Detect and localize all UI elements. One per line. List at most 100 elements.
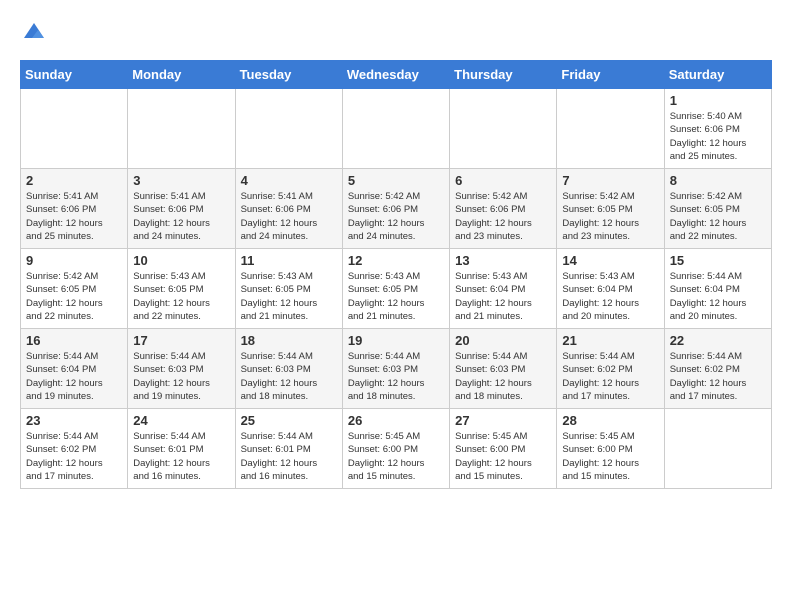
calendar-week-row: 23 Sunrise: 5:44 AM Sunset: 6:02 PM Dayli… bbox=[21, 409, 772, 489]
day-info: Sunrise: 5:44 AM Sunset: 6:04 PM Dayligh… bbox=[26, 350, 122, 403]
day-number: 26 bbox=[348, 413, 444, 428]
calendar-cell: 20 Sunrise: 5:44 AM Sunset: 6:03 PM Dayli… bbox=[450, 329, 557, 409]
calendar-cell: 11 Sunrise: 5:43 AM Sunset: 6:05 PM Dayli… bbox=[235, 249, 342, 329]
calendar-cell: 13 Sunrise: 5:43 AM Sunset: 6:04 PM Dayli… bbox=[450, 249, 557, 329]
calendar-cell: 15 Sunrise: 5:44 AM Sunset: 6:04 PM Dayli… bbox=[664, 249, 771, 329]
day-number: 10 bbox=[133, 253, 229, 268]
calendar-cell bbox=[450, 89, 557, 169]
calendar-cell bbox=[557, 89, 664, 169]
calendar-cell: 21 Sunrise: 5:44 AM Sunset: 6:02 PM Dayli… bbox=[557, 329, 664, 409]
calendar-cell: 6Sunrise: 5:42 AM Sunset: 6:06 PM Daylig… bbox=[450, 169, 557, 249]
day-number: 12 bbox=[348, 253, 444, 268]
day-number: 25 bbox=[241, 413, 337, 428]
calendar-cell: 14 Sunrise: 5:43 AM Sunset: 6:04 PM Dayli… bbox=[557, 249, 664, 329]
calendar-week-row: 2 Sunrise: 5:41 AM Sunset: 6:06 PM Daylig… bbox=[21, 169, 772, 249]
calendar-week-row: 9 Sunrise: 5:42 AM Sunset: 6:05 PM Daylig… bbox=[21, 249, 772, 329]
day-info: Sunrise: 5:41 AM Sunset: 6:06 PM Dayligh… bbox=[26, 190, 122, 243]
calendar-cell: 16 Sunrise: 5:44 AM Sunset: 6:04 PM Dayli… bbox=[21, 329, 128, 409]
day-info: Sunrise: 5:42 AM Sunset: 6:05 PM Dayligh… bbox=[26, 270, 122, 323]
calendar-cell: 4 Sunrise: 5:41 AM Sunset: 6:06 PM Daylig… bbox=[235, 169, 342, 249]
day-number: 17 bbox=[133, 333, 229, 348]
calendar-cell: 5 Sunrise: 5:42 AM Sunset: 6:06 PM Daylig… bbox=[342, 169, 449, 249]
day-info: Sunrise: 5:44 AM Sunset: 6:03 PM Dayligh… bbox=[133, 350, 229, 403]
calendar-table: SundayMondayTuesdayWednesdayThursdayFrid… bbox=[20, 60, 772, 489]
day-info: Sunrise: 5:44 AM Sunset: 6:02 PM Dayligh… bbox=[26, 430, 122, 483]
calendar-cell: 10 Sunrise: 5:43 AM Sunset: 6:05 PM Dayli… bbox=[128, 249, 235, 329]
day-info: Sunrise: 5:43 AM Sunset: 6:04 PM Dayligh… bbox=[562, 270, 658, 323]
day-info: Sunrise: 5:43 AM Sunset: 6:05 PM Dayligh… bbox=[133, 270, 229, 323]
calendar-cell: 18 Sunrise: 5:44 AM Sunset: 6:03 PM Dayli… bbox=[235, 329, 342, 409]
calendar-cell: 8 Sunrise: 5:42 AM Sunset: 6:05 PM Daylig… bbox=[664, 169, 771, 249]
day-info: Sunrise: 5:41 AM Sunset: 6:06 PM Dayligh… bbox=[133, 190, 229, 243]
calendar-cell: 27 Sunrise: 5:45 AM Sunset: 6:00 PM Dayli… bbox=[450, 409, 557, 489]
calendar-cell bbox=[128, 89, 235, 169]
calendar-cell: 12 Sunrise: 5:43 AM Sunset: 6:05 PM Dayli… bbox=[342, 249, 449, 329]
day-number: 23 bbox=[26, 413, 122, 428]
day-number: 21 bbox=[562, 333, 658, 348]
day-number: 1 bbox=[670, 93, 766, 108]
day-number: 20 bbox=[455, 333, 551, 348]
day-info: Sunrise: 5:43 AM Sunset: 6:04 PM Dayligh… bbox=[455, 270, 551, 323]
day-info: Sunrise: 5:44 AM Sunset: 6:01 PM Dayligh… bbox=[133, 430, 229, 483]
calendar-cell: 1 Sunrise: 5:40 AM Sunset: 6:06 PM Daylig… bbox=[664, 89, 771, 169]
day-info: Sunrise: 5:42 AM Sunset: 6:06 PM Dayligh… bbox=[348, 190, 444, 243]
page-header bbox=[20, 20, 772, 44]
day-info: Sunrise: 5:43 AM Sunset: 6:05 PM Dayligh… bbox=[241, 270, 337, 323]
day-number: 4 bbox=[241, 173, 337, 188]
day-info: Sunrise: 5:40 AM Sunset: 6:06 PM Dayligh… bbox=[670, 110, 766, 163]
calendar-cell: 19 Sunrise: 5:44 AM Sunset: 6:03 PM Dayli… bbox=[342, 329, 449, 409]
calendar-cell: 17 Sunrise: 5:44 AM Sunset: 6:03 PM Dayli… bbox=[128, 329, 235, 409]
weekday-header-friday: Friday bbox=[557, 61, 664, 89]
day-info: Sunrise: 5:42 AM Sunset: 6:05 PM Dayligh… bbox=[670, 190, 766, 243]
day-number: 28 bbox=[562, 413, 658, 428]
day-number: 9 bbox=[26, 253, 122, 268]
day-info: Sunrise: 5:44 AM Sunset: 6:03 PM Dayligh… bbox=[455, 350, 551, 403]
day-info: Sunrise: 5:45 AM Sunset: 6:00 PM Dayligh… bbox=[562, 430, 658, 483]
day-info: Sunrise: 5:42 AM Sunset: 6:05 PM Dayligh… bbox=[562, 190, 658, 243]
day-number: 5 bbox=[348, 173, 444, 188]
calendar-week-row: 16 Sunrise: 5:44 AM Sunset: 6:04 PM Dayli… bbox=[21, 329, 772, 409]
weekday-header-monday: Monday bbox=[128, 61, 235, 89]
calendar-header-row: SundayMondayTuesdayWednesdayThursdayFrid… bbox=[21, 61, 772, 89]
calendar-cell: 26Sunrise: 5:45 AM Sunset: 6:00 PM Dayli… bbox=[342, 409, 449, 489]
calendar-cell: 24 Sunrise: 5:44 AM Sunset: 6:01 PM Dayli… bbox=[128, 409, 235, 489]
day-info: Sunrise: 5:44 AM Sunset: 6:02 PM Dayligh… bbox=[670, 350, 766, 403]
day-info: Sunrise: 5:44 AM Sunset: 6:03 PM Dayligh… bbox=[241, 350, 337, 403]
calendar-cell: 9 Sunrise: 5:42 AM Sunset: 6:05 PM Daylig… bbox=[21, 249, 128, 329]
day-number: 13 bbox=[455, 253, 551, 268]
calendar-cell: 7Sunrise: 5:42 AM Sunset: 6:05 PM Daylig… bbox=[557, 169, 664, 249]
day-number: 15 bbox=[670, 253, 766, 268]
logo bbox=[20, 20, 46, 44]
day-info: Sunrise: 5:43 AM Sunset: 6:05 PM Dayligh… bbox=[348, 270, 444, 323]
day-number: 22 bbox=[670, 333, 766, 348]
day-number: 6 bbox=[455, 173, 551, 188]
weekday-header-tuesday: Tuesday bbox=[235, 61, 342, 89]
day-number: 19 bbox=[348, 333, 444, 348]
day-number: 11 bbox=[241, 253, 337, 268]
day-number: 18 bbox=[241, 333, 337, 348]
calendar-cell bbox=[235, 89, 342, 169]
day-number: 27 bbox=[455, 413, 551, 428]
day-number: 8 bbox=[670, 173, 766, 188]
calendar-cell: 2 Sunrise: 5:41 AM Sunset: 6:06 PM Daylig… bbox=[21, 169, 128, 249]
day-info: Sunrise: 5:41 AM Sunset: 6:06 PM Dayligh… bbox=[241, 190, 337, 243]
day-info: Sunrise: 5:44 AM Sunset: 6:03 PM Dayligh… bbox=[348, 350, 444, 403]
calendar-cell: 23 Sunrise: 5:44 AM Sunset: 6:02 PM Dayli… bbox=[21, 409, 128, 489]
calendar-cell bbox=[342, 89, 449, 169]
day-info: Sunrise: 5:44 AM Sunset: 6:02 PM Dayligh… bbox=[562, 350, 658, 403]
calendar-cell: 22 Sunrise: 5:44 AM Sunset: 6:02 PM Dayli… bbox=[664, 329, 771, 409]
day-info: Sunrise: 5:45 AM Sunset: 6:00 PM Dayligh… bbox=[455, 430, 551, 483]
day-info: Sunrise: 5:44 AM Sunset: 6:01 PM Dayligh… bbox=[241, 430, 337, 483]
day-number: 16 bbox=[26, 333, 122, 348]
weekday-header-wednesday: Wednesday bbox=[342, 61, 449, 89]
day-number: 24 bbox=[133, 413, 229, 428]
calendar-cell: 28 Sunrise: 5:45 AM Sunset: 6:00 PM Dayli… bbox=[557, 409, 664, 489]
calendar-cell bbox=[664, 409, 771, 489]
day-info: Sunrise: 5:44 AM Sunset: 6:04 PM Dayligh… bbox=[670, 270, 766, 323]
weekday-header-saturday: Saturday bbox=[664, 61, 771, 89]
weekday-header-thursday: Thursday bbox=[450, 61, 557, 89]
calendar-cell bbox=[21, 89, 128, 169]
day-number: 14 bbox=[562, 253, 658, 268]
day-number: 2 bbox=[26, 173, 122, 188]
calendar-cell: 25 Sunrise: 5:44 AM Sunset: 6:01 PM Dayli… bbox=[235, 409, 342, 489]
